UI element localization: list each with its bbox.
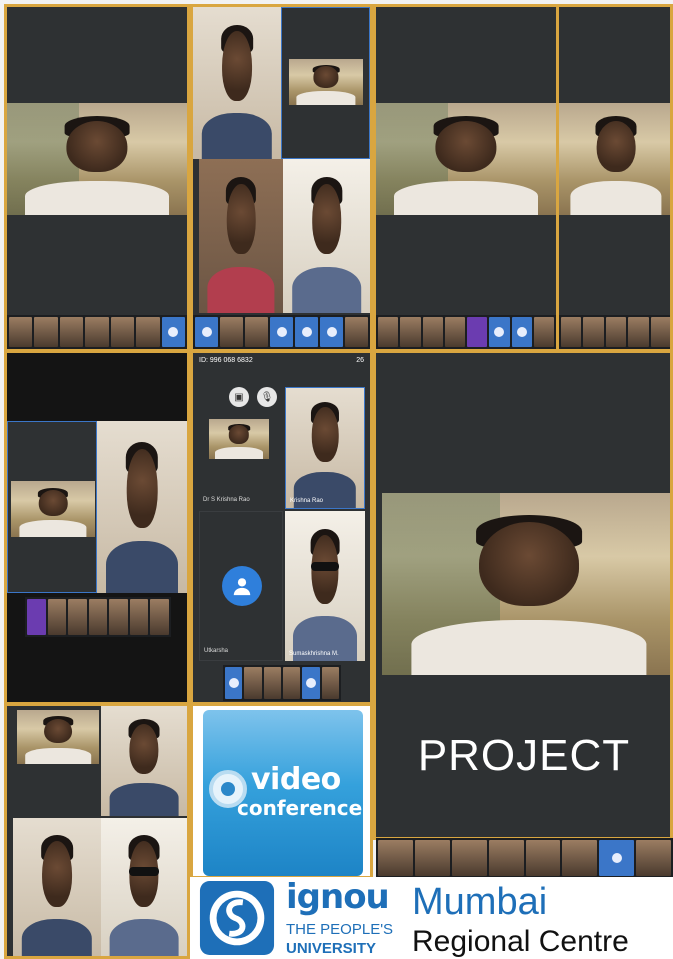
video-word: video — [251, 762, 341, 797]
video-feed-speaker — [17, 710, 99, 764]
screenshot-panel-2 — [190, 4, 373, 352]
mumbai-title: Mumbai — [412, 881, 548, 923]
participant-tile[interactable]: Sumaskhrishna M. — [285, 511, 365, 661]
screenshot-panel-3 — [373, 4, 559, 352]
participant-strip — [193, 315, 370, 349]
video-feed-speaker — [382, 493, 670, 675]
video-feed-speaker — [7, 103, 187, 215]
video-feed-participant — [13, 818, 101, 956]
user-avatar-icon — [222, 566, 262, 606]
screenshot-panel-1 — [4, 4, 190, 352]
ignou-logo-icon — [199, 880, 275, 956]
footer-banner: ignou THE PEOPLE'S UNIVERSITY Mumbai Reg… — [190, 877, 673, 959]
participant-strip — [7, 315, 187, 349]
video-feed-speaker — [559, 103, 670, 215]
participant-name: Dr S Krishna Rao — [203, 497, 250, 503]
video-feed-participant — [97, 421, 187, 593]
participant-tile[interactable]: Krishna Rao — [285, 387, 365, 509]
camera-off-icon[interactable]: ▣ — [229, 387, 249, 407]
video-feed-participant — [199, 159, 283, 313]
participant-name: Utkarsha — [204, 648, 229, 654]
university-text: UNIVERSITY — [286, 940, 377, 957]
participant-name: Sumaskhrishna M. — [289, 651, 339, 657]
participant-strip — [559, 315, 670, 349]
screenshot-panel-8 — [4, 703, 190, 959]
video-feed-participant — [101, 706, 187, 816]
participant-tile[interactable]: Dr S Krishna Rao — [199, 409, 283, 509]
participant-strip — [223, 665, 341, 701]
screenshot-panel-4 — [556, 4, 673, 352]
video-feed-participant — [101, 818, 187, 956]
video-conference-tile: video conference — [203, 710, 363, 876]
conference-word: conference — [237, 796, 363, 820]
screenshot-panel-9: video conference — [190, 703, 373, 879]
regional-centre-title: Regional Centre — [412, 925, 629, 958]
video-feed-speaker — [11, 481, 95, 537]
video-feed-speaker — [209, 419, 269, 459]
mic-off-icon[interactable]: 🎙 — [257, 387, 277, 407]
ignou-wordmark: ignou — [286, 877, 390, 917]
video-feed-speaker — [376, 103, 556, 215]
video-feed-speaker — [289, 59, 363, 105]
participant-strip — [376, 838, 673, 878]
peoples-text: THE PEOPLE'S — [286, 921, 394, 938]
screenshot-panel-6: ID: 996 068 6832 26 ▣ 🎙 ⋯ ☎ Dr S Krishna… — [190, 350, 373, 705]
participant-tile[interactable]: Utkarsha — [199, 511, 283, 661]
video-feed-participant — [193, 7, 281, 159]
status-time: 26 — [356, 357, 364, 364]
screenshot-panel-5 — [4, 350, 190, 705]
participant-name: Krishna Rao — [290, 498, 324, 504]
project-label: PROJECT — [417, 731, 631, 780]
call-status-bar: ID: 996 068 6832 26 — [193, 353, 370, 377]
participant-strip — [376, 315, 556, 349]
video-feed-participant — [283, 159, 370, 313]
participant-strip — [25, 597, 171, 637]
meeting-id: ID: 996 068 6832 — [199, 357, 253, 364]
